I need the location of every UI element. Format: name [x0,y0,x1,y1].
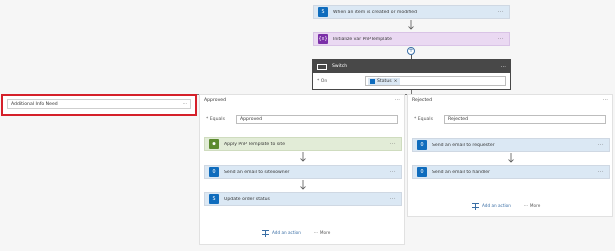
add-action-icon [472,203,479,210]
step-menu[interactable]: ··· [390,169,396,175]
update-order-status-step[interactable]: S Update order status ··· [204,192,402,206]
case-additional-info-header: Additional Info Need ··· [7,99,191,109]
case-additional-info[interactable]: Additional Info Need ··· [1,94,197,116]
send-email-siteowner-step[interactable]: O Send an email to sitexowner ··· [204,165,402,179]
arrow-down-icon [299,152,307,162]
trigger-label: When an item is created or modified [333,9,418,15]
init-variable-step[interactable]: {x} Initialize var PnPTemplate ··· [313,32,510,46]
more-button[interactable]: ··· More [524,203,540,208]
switch-header[interactable]: Switch ··· [313,60,510,73]
insert-step-plus-icon[interactable]: + [407,47,415,55]
more-label: More [529,203,541,208]
outlook-icon: O [417,140,427,150]
sharepoint-icon: S [209,194,219,204]
case-title: Approved [204,97,227,103]
case-title: Rejected [412,97,432,103]
more-button[interactable]: ··· More [314,230,330,235]
add-action-button[interactable]: Add an action [262,230,301,237]
arrow-down-icon [299,180,307,190]
switch-icon [317,63,327,70]
switch-menu[interactable]: ··· [501,64,506,70]
step-menu[interactable]: ··· [598,142,604,148]
step-menu[interactable]: ··· [390,196,396,202]
step-menu[interactable]: ··· [598,169,604,175]
case-menu[interactable]: ··· [395,97,400,103]
add-action-label: Add an action [272,230,301,235]
sharepoint-icon: S [318,7,328,17]
case-rejected: Rejected ··· * Equals Rejected O Send an… [407,94,613,217]
send-email-handler-step[interactable]: O Send an email to handler ··· [412,165,610,179]
step-label: Update order status [224,196,270,202]
on-field[interactable]: Status × [365,76,506,86]
equals-input[interactable]: Approved [236,114,398,124]
case-approved: Approved ··· * Equals Approved ● Apply P… [199,94,405,245]
more-label: More [319,230,331,235]
send-email-requester-step[interactable]: O Send an email to requester ··· [412,138,610,152]
token-remove-icon[interactable]: × [394,79,398,84]
outlook-icon: O [417,167,427,177]
add-action-icon [262,230,269,237]
token-sharepoint-icon [370,78,375,84]
step-label: Send an email to handler [432,169,490,175]
arrow-down-icon [507,153,515,163]
step-label: Send an email to sitexowner [224,169,290,175]
step-menu[interactable]: ··· [390,141,396,147]
equals-label: * Equals [206,116,225,122]
step-label: Send an email to requester [432,142,495,148]
init-variable-menu[interactable]: ··· [498,36,504,42]
on-label: * On [317,78,328,84]
add-action-button[interactable]: Add an action [472,203,511,210]
status-token-label: Status [377,78,392,84]
equals-label: * Equals [414,116,433,122]
add-action-label: Add an action [482,203,511,208]
variable-icon: {x} [318,34,328,44]
switch-title: Switch [332,64,348,69]
case-menu[interactable]: ··· [603,97,608,103]
arrow-down-icon [407,20,415,30]
status-token[interactable]: Status × [368,77,400,85]
apply-template-step[interactable]: ● Apply PnP Template to site ··· [204,137,402,151]
case-title: Additional Info Need [11,101,58,107]
trigger-menu[interactable]: ··· [498,9,504,15]
init-variable-label: Initialize var PnPTemplate [333,36,392,42]
case-menu[interactable]: ··· [183,102,187,107]
step-label: Apply PnP Template to site [224,141,286,147]
switch-block: Switch ··· * On Status × [312,59,511,90]
equals-input[interactable]: Rejected [444,114,606,124]
lightbulb-icon: ● [209,139,219,149]
trigger-step[interactable]: S When an item is created or modified ··… [313,5,510,19]
outlook-icon: O [209,167,219,177]
